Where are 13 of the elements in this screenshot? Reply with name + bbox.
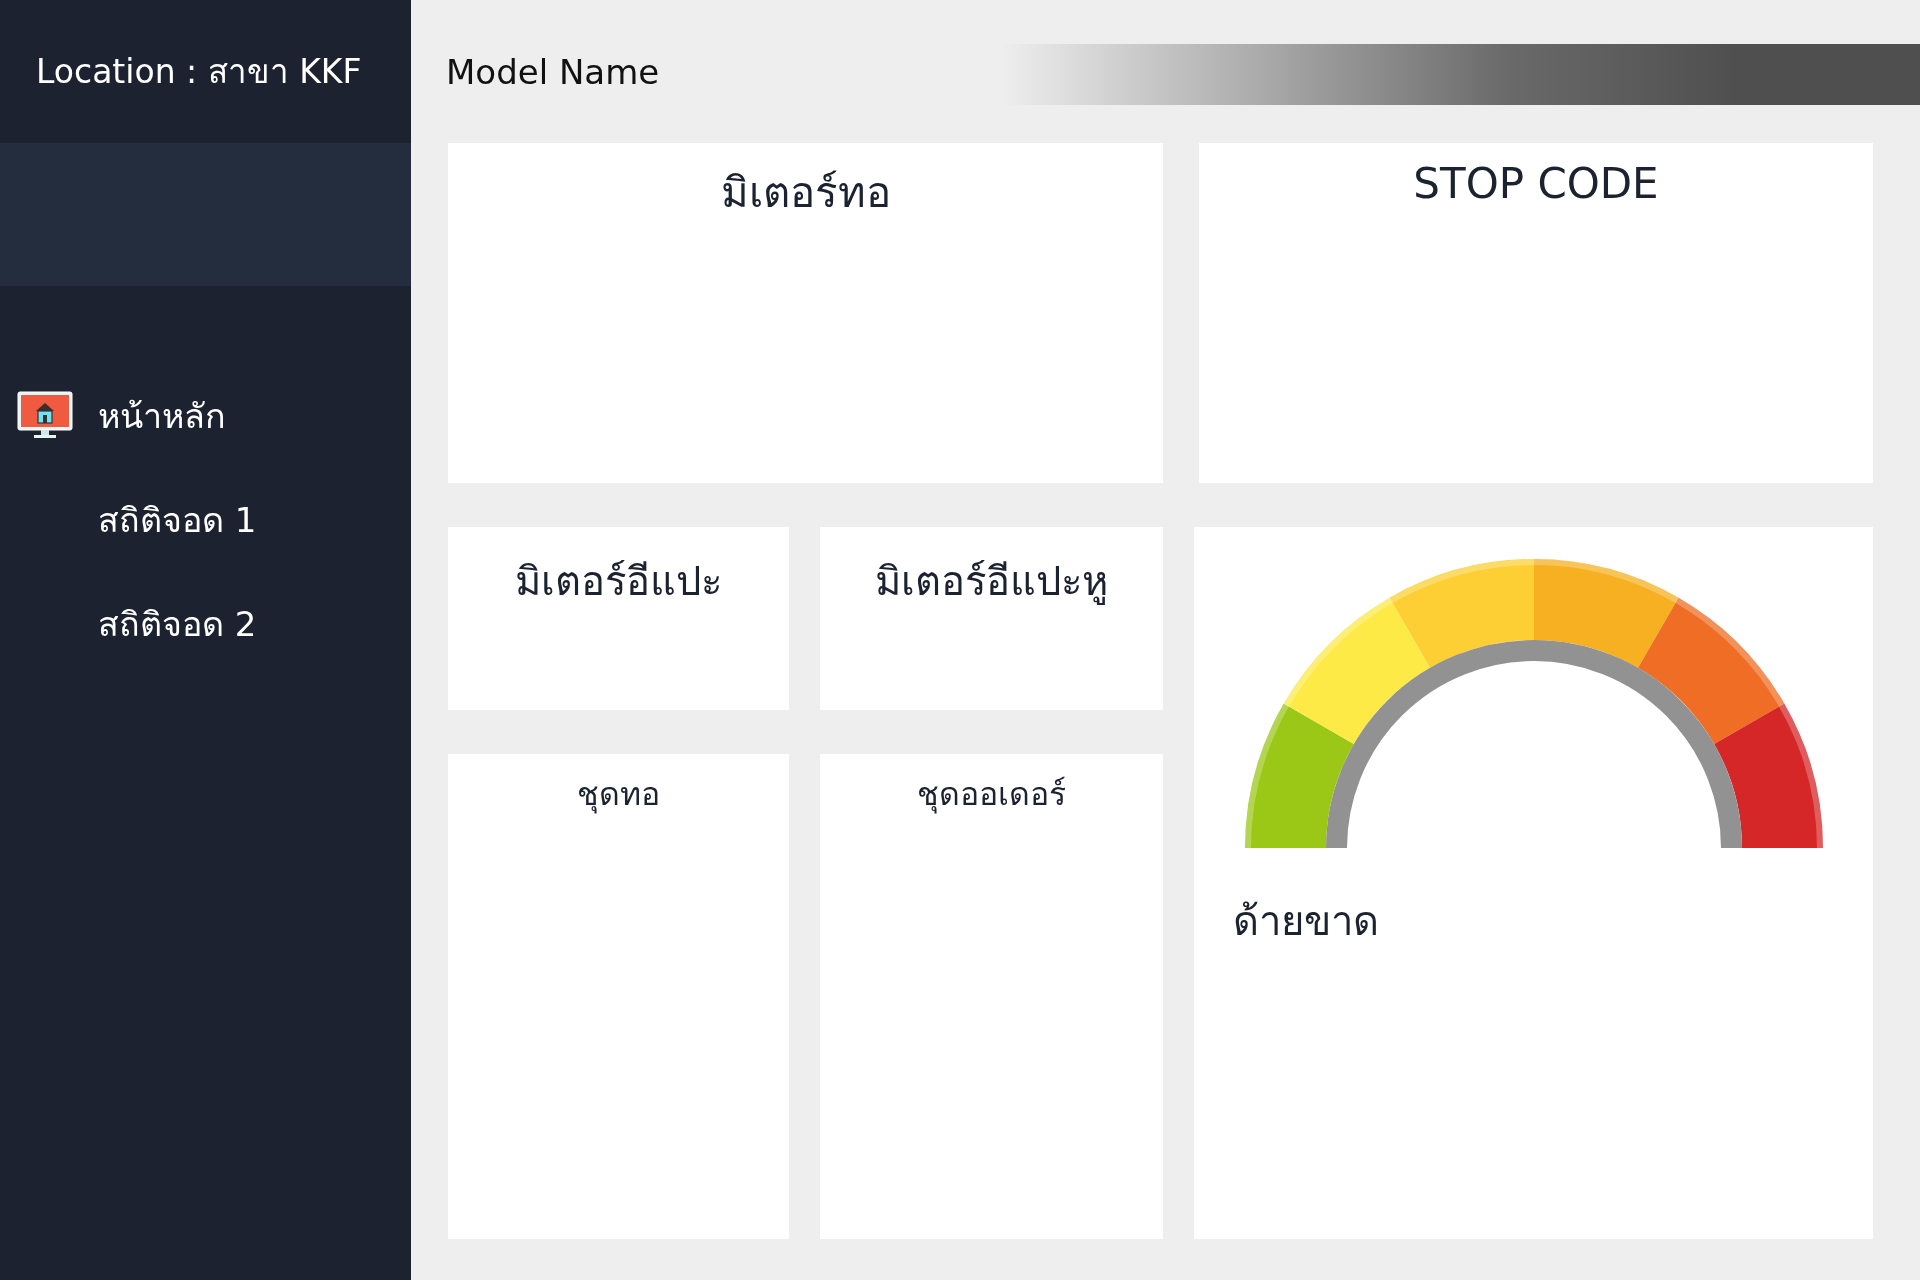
model-name: Model Name bbox=[445, 51, 660, 92]
location-label: Location : สาขา KKF bbox=[36, 51, 362, 93]
panel-title: มิเตอร์อีแปะ bbox=[515, 557, 722, 606]
panel-title: ด้ายขาด bbox=[1233, 897, 1379, 946]
monitor-house-icon bbox=[17, 391, 73, 441]
sidebar-item[interactable]: สถิติจอด 1 bbox=[0, 468, 411, 572]
panel-title: ชุดทอ bbox=[577, 774, 660, 816]
panel-title: ชุดออเดอร์ bbox=[917, 774, 1066, 816]
sidebar-item[interactable]: สถิติจอด 2 bbox=[0, 572, 411, 676]
panel-title: STOP CODE bbox=[1413, 159, 1659, 208]
panel-title: มิเตอร์ทอ bbox=[720, 167, 891, 219]
sidebar-item[interactable]: หน้าหลัก bbox=[0, 364, 411, 468]
panel-title: มิเตอร์อีแปะหู bbox=[875, 557, 1108, 607]
